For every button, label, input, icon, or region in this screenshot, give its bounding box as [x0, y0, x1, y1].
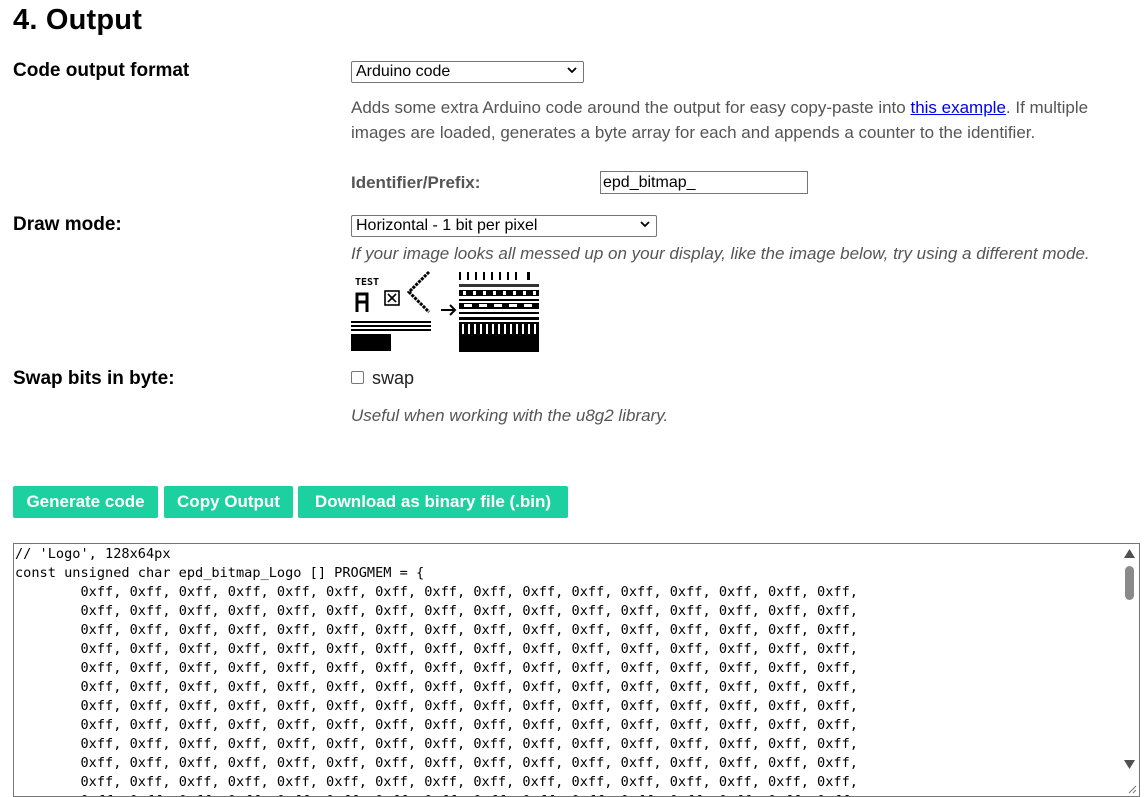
output-code: // 'Logo', 128x64px const unsigned char e…: [15, 545, 858, 796]
draw-mode-select-value: Horizontal - 1 bit per pixel: [356, 217, 538, 234]
format-desc-text: Adds some extra Arduino code around the …: [351, 98, 911, 117]
draw-mode-select[interactable]: Horizontal - 1 bit per pixel: [351, 215, 657, 237]
output-textarea[interactable]: // 'Logo', 128x64px const unsigned char e…: [13, 543, 1140, 797]
code-data-row: 0xff, 0xff, 0xff, 0xff, 0xff, 0xff, 0xff…: [15, 698, 858, 714]
identifier-label: Identifier/Prefix:: [351, 173, 481, 192]
illustration-test-label: TEST: [355, 277, 379, 288]
scroll-down-arrow-icon[interactable]: [1124, 760, 1135, 769]
format-select[interactable]: Arduino code: [351, 61, 584, 83]
code-data-row: 0xff, 0xff, 0xff, 0xff, 0xff, 0xff, 0xff…: [15, 774, 858, 790]
swap-checkbox-label[interactable]: swap: [372, 368, 414, 389]
output-scrollbar[interactable]: [1119, 544, 1139, 796]
code-data-row: 0xff, 0xff, 0xff, 0xff, 0xff, 0xff, 0xff…: [15, 736, 858, 752]
resize-handle-icon[interactable]: [1127, 784, 1137, 794]
scroll-up-arrow-icon[interactable]: [1124, 549, 1135, 558]
code-data-row: 0xff, 0xff, 0xff, 0xff, 0xff, 0xff, 0xff…: [15, 622, 858, 638]
code-comment-line: // 'Logo', 128x64px: [15, 546, 171, 562]
draw-mode-illustration: TEST: [351, 270, 539, 352]
code-data-row: 0xff, 0xff, 0xff, 0xff, 0xff, 0xff, 0xff…: [15, 641, 858, 657]
format-desc-text-2: . If multiple: [1005, 98, 1089, 117]
swap-label: Swap bits in byte:: [13, 368, 175, 389]
chevron-down-icon: [640, 221, 650, 228]
code-declaration-line: const unsigned char epd_bitmap_Logo [] P…: [15, 565, 425, 581]
code-data-row: 0xff, 0xff, 0xff, 0xff, 0xff, 0xff, 0xff…: [15, 792, 858, 796]
code-data-row: 0xff, 0xff, 0xff, 0xff, 0xff, 0xff, 0xff…: [15, 603, 858, 619]
format-desc-line2: images are loaded, generates a byte arra…: [351, 123, 1036, 142]
download-bin-button[interactable]: Download as binary file (.bin): [298, 486, 568, 518]
draw-mode-label: Draw mode:: [13, 214, 122, 235]
code-data-row: 0xff, 0xff, 0xff, 0xff, 0xff, 0xff, 0xff…: [15, 755, 858, 771]
code-data-row: 0xff, 0xff, 0xff, 0xff, 0xff, 0xff, 0xff…: [15, 660, 858, 676]
chevron-down-icon: [567, 67, 577, 74]
section-title: 4. Output: [13, 4, 143, 36]
draw-mode-hint: If your image looks all messed up on you…: [351, 244, 1090, 263]
scroll-thumb[interactable]: [1125, 566, 1134, 600]
example-link[interactable]: this example: [910, 98, 1005, 117]
code-data-row: 0xff, 0xff, 0xff, 0xff, 0xff, 0xff, 0xff…: [15, 679, 858, 695]
format-select-value: Arduino code: [356, 63, 451, 80]
format-description: Adds some extra Arduino code around the …: [351, 95, 1141, 145]
identifier-input[interactable]: epd_bitmap_: [600, 171, 808, 194]
swap-checkbox[interactable]: [351, 371, 364, 384]
generate-code-button[interactable]: Generate code: [13, 486, 158, 518]
code-data-row: 0xff, 0xff, 0xff, 0xff, 0xff, 0xff, 0xff…: [15, 584, 858, 600]
swap-hint: Useful when working with the u8g2 librar…: [351, 406, 669, 425]
copy-output-button[interactable]: Copy Output: [164, 486, 293, 518]
code-data-row: 0xff, 0xff, 0xff, 0xff, 0xff, 0xff, 0xff…: [15, 717, 858, 733]
format-label: Code output format: [13, 60, 190, 81]
